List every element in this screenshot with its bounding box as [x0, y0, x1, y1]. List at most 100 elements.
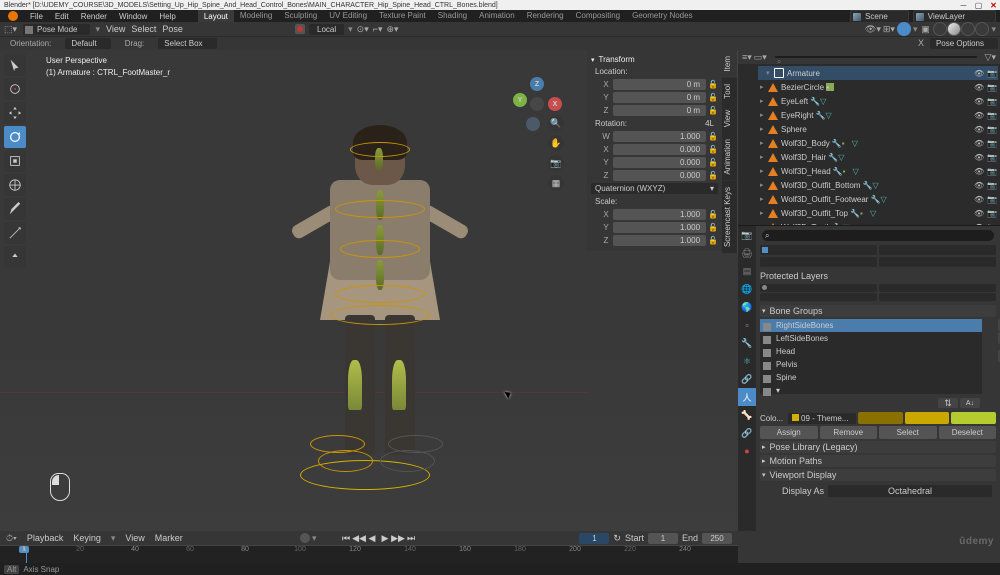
- workspace-tab-modeling[interactable]: Modeling: [234, 9, 278, 23]
- pose-menu[interactable]: Pose: [162, 24, 183, 34]
- prop-tab-modifier[interactable]: 🔧: [738, 334, 756, 352]
- motion-paths-header[interactable]: Motion Paths: [760, 455, 996, 467]
- solid-shade-icon[interactable]: [947, 22, 961, 36]
- gizmo-neg-z-icon[interactable]: [526, 117, 540, 131]
- remove-button[interactable]: Remove: [820, 426, 878, 439]
- layer-grid[interactable]: [879, 257, 996, 267]
- visibility-icon[interactable]: 👁▾: [865, 24, 881, 35]
- prop-tab-boneconstraint[interactable]: 🔗: [738, 424, 756, 442]
- matprev-shade-icon[interactable]: [961, 22, 975, 36]
- prop-tab-physics[interactable]: ⚛: [738, 352, 756, 370]
- select-button[interactable]: Select: [879, 426, 937, 439]
- extrude-tool[interactable]: [4, 246, 26, 268]
- prop-tab-armature[interactable]: 人: [738, 388, 756, 406]
- close-icon[interactable]: ✕: [989, 1, 998, 10]
- proportional-icon[interactable]: ⊕▾: [387, 24, 399, 35]
- move-tool[interactable]: [4, 102, 26, 124]
- prop-tab-viewlayer[interactable]: ▤: [738, 262, 756, 280]
- filter-icon[interactable]: ▽▾: [985, 52, 996, 63]
- loc-x-field[interactable]: 0 m: [613, 79, 706, 90]
- prop-tab-bone[interactable]: 🦴: [738, 406, 756, 424]
- bone-group-item[interactable]: Pelvis: [760, 358, 982, 371]
- transform-panel-header[interactable]: Transform: [587, 54, 722, 65]
- outliner-search-input[interactable]: [775, 56, 977, 58]
- transform-tool[interactable]: [4, 174, 26, 196]
- layer-grid[interactable]: [760, 284, 877, 292]
- rot-w-field[interactable]: 1.000: [613, 131, 706, 142]
- outliner-item[interactable]: ▸EyeRight🔧▽👁📷: [758, 108, 998, 122]
- npanel-tab-tool[interactable]: Tool: [722, 78, 738, 105]
- render-shade-icon[interactable]: [975, 22, 989, 36]
- npanel-tab-view[interactable]: View: [722, 104, 738, 133]
- display-as-dropdown[interactable]: Octahedral: [828, 485, 992, 497]
- rot-x-field[interactable]: 0.000: [613, 144, 706, 155]
- prop-tab-render[interactable]: 📷: [738, 226, 756, 244]
- timeline-track[interactable]: 1 0 20 40 60 80 100 120 140 160 180 200 …: [0, 545, 738, 563]
- snap-icon[interactable]: [295, 24, 305, 34]
- deselect-button[interactable]: Deselect: [939, 426, 997, 439]
- lock-icon[interactable]: 🔓: [708, 80, 718, 89]
- outliner-item[interactable]: ▸Wolf3D_Outfit_Bottom🔧▽👁📷: [758, 178, 998, 192]
- bone-group-sort-button[interactable]: A↓: [960, 398, 980, 408]
- gizmo-center[interactable]: [530, 97, 544, 111]
- wireframe-shade-icon[interactable]: [933, 22, 947, 36]
- bone-group-moveup-button[interactable]: ⇅: [938, 398, 958, 408]
- start-frame-field[interactable]: 1: [648, 533, 678, 544]
- menu-file[interactable]: File: [30, 12, 43, 21]
- outliner-item[interactable]: ▸Wolf3D_Outfit_Top🔧▪▽👁📷: [758, 206, 998, 220]
- marker-menu[interactable]: Marker: [155, 533, 183, 543]
- workspace-tab-sculpting[interactable]: Sculpting: [278, 9, 323, 23]
- gizmo-icon[interactable]: ⊞▾: [883, 24, 895, 35]
- color-swatch-active[interactable]: [951, 412, 996, 424]
- prop-tab-output[interactable]: 🖨: [738, 244, 756, 262]
- keying-menu[interactable]: Keying: [73, 533, 101, 543]
- menu-window[interactable]: Window: [119, 12, 147, 21]
- drag-select[interactable]: Select Box: [158, 38, 216, 49]
- npanel-tab-item[interactable]: Item: [722, 50, 738, 78]
- viewport-display-header[interactable]: Viewport Display: [760, 469, 996, 481]
- auto-range-icon[interactable]: ↻: [613, 533, 621, 544]
- prop-tab-object[interactable]: ▫: [738, 316, 756, 334]
- workspace-tab-layout[interactable]: Layout: [198, 9, 234, 23]
- camera-icon[interactable]: 📷: [548, 155, 564, 171]
- loc-y-field[interactable]: 0 m: [613, 92, 706, 103]
- rotate-tool[interactable]: [4, 126, 26, 148]
- menu-edit[interactable]: Edit: [55, 12, 69, 21]
- next-key-icon[interactable]: ▶▶: [392, 533, 404, 543]
- assign-button[interactable]: Assign: [760, 426, 818, 439]
- prop-tab-world[interactable]: 🌎: [738, 298, 756, 316]
- timeline-type-icon[interactable]: ⏱▾: [6, 533, 17, 544]
- outliner-item[interactable]: ▸BezierCircle▪👁📷: [758, 80, 998, 94]
- layer-grid[interactable]: [879, 293, 996, 301]
- prev-key-icon[interactable]: ◀◀: [353, 533, 365, 543]
- gizmo-z-icon[interactable]: Z: [530, 77, 544, 91]
- autokey-icon[interactable]: [300, 533, 310, 543]
- viewlayer-selector[interactable]: ViewLayer: [913, 10, 996, 23]
- color-swatch-normal[interactable]: [858, 412, 903, 424]
- editor-type-icon[interactable]: ⬚▾: [4, 24, 17, 35]
- play-icon[interactable]: ▶: [379, 533, 391, 543]
- layer-grid[interactable]: [760, 257, 877, 267]
- outliner-item[interactable]: ▸Wolf3D_Outfit_Footwear🔧▽👁📷: [758, 192, 998, 206]
- minimize-icon[interactable]: ─: [959, 1, 968, 10]
- annotate-tool[interactable]: [4, 198, 26, 220]
- xray-icon[interactable]: ▣: [919, 23, 931, 35]
- play-reverse-icon[interactable]: ◀: [366, 533, 378, 543]
- workspace-tab-texturepaint[interactable]: Texture Paint: [373, 9, 432, 23]
- bone-groups-header[interactable]: Bone Groups: [760, 305, 996, 317]
- scale-z-field[interactable]: 1.000: [613, 235, 706, 246]
- pivot-icon[interactable]: ⊙▾: [357, 24, 369, 35]
- workspace-tab-shading[interactable]: Shading: [432, 9, 473, 23]
- outliner-item[interactable]: ▸Wolf3D_Head🔧▪▽👁📷: [758, 164, 998, 178]
- lock-icon[interactable]: 🔓: [708, 106, 718, 115]
- outliner-item[interactable]: ▸Wolf3D_Teeth🔧▽👁📷: [758, 220, 998, 225]
- view-menu[interactable]: View: [125, 533, 144, 543]
- orientation-select[interactable]: Default: [65, 38, 110, 49]
- bone-group-item[interactable]: LeftSideBones: [760, 332, 982, 345]
- layer-grid[interactable]: [879, 245, 996, 255]
- prop-tab-scene[interactable]: 🌐: [738, 280, 756, 298]
- workspace-tab-animation[interactable]: Animation: [473, 9, 521, 23]
- properties-search-input[interactable]: [762, 230, 994, 241]
- bone-group-item[interactable]: Spine: [760, 371, 982, 384]
- npanel-tab-screencast[interactable]: Screencast Keys: [722, 181, 738, 253]
